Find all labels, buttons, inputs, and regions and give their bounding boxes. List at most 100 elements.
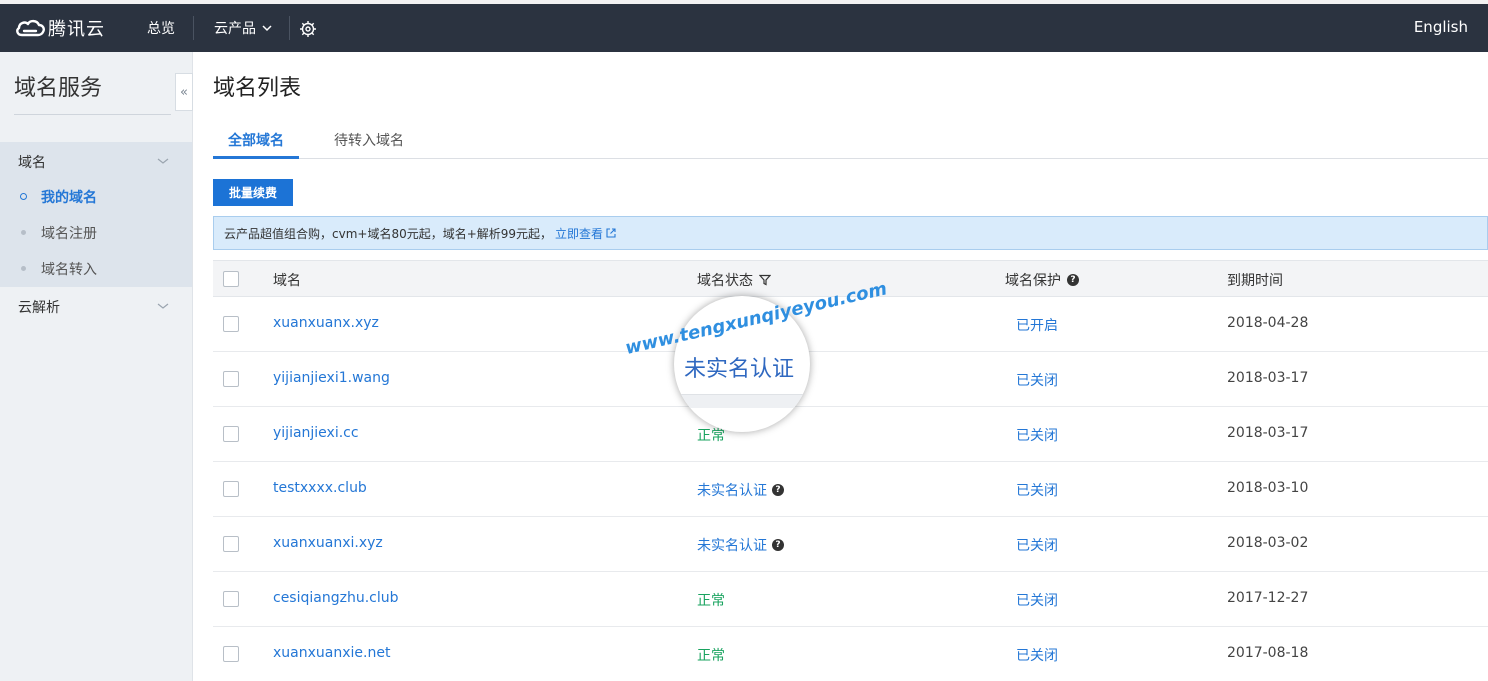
promo-link-label: 立即查看 xyxy=(555,226,604,241)
sidebar-group-dns: 云解析 xyxy=(0,287,192,323)
domain-link[interactable]: yijianjiexi1.wang xyxy=(273,370,390,386)
language-switch[interactable]: English xyxy=(1414,18,1468,36)
brand-name: 腾讯云 xyxy=(48,19,105,40)
domain-protection-status[interactable]: 已关闭 xyxy=(1016,370,1058,390)
table-row: yijianjiexi.cc 正常 已关闭 2018-03-17 xyxy=(213,407,1488,462)
page-title: 域名列表 xyxy=(213,76,302,101)
chevron-down-icon xyxy=(262,25,272,32)
double-chevron-left-icon: « xyxy=(180,84,188,100)
expire-date: 2018-03-10 xyxy=(1227,480,1309,496)
domain-status: 未实名认证 xyxy=(697,538,767,554)
domain-protection-status[interactable]: 已关闭 xyxy=(1016,645,1058,665)
column-header-status: 域名状态 xyxy=(697,270,771,290)
magnified-row-divider xyxy=(674,394,810,408)
active-tab-indicator xyxy=(213,156,299,159)
bullet-dot-icon xyxy=(21,266,26,271)
filter-icon[interactable] xyxy=(759,274,771,286)
sidebar-item-label: 域名转入 xyxy=(41,262,97,278)
domain-link[interactable]: xuanxuanxi.xyz xyxy=(273,535,383,551)
sidebar-item-my-domains[interactable]: 我的域名 xyxy=(0,179,192,215)
expire-date: 2018-03-17 xyxy=(1227,425,1309,441)
nav-divider xyxy=(289,16,290,40)
table-row: testxxxx.club 未实名认证 ? 已关闭 2018-03-10 xyxy=(213,462,1488,517)
nav-products-label: 云产品 xyxy=(214,21,256,37)
table-row: cesiqiangzhu.club 正常 已关闭 2017-12-27 xyxy=(213,572,1488,627)
divider xyxy=(14,114,171,115)
batch-renew-button[interactable]: 批量续费 xyxy=(213,179,293,206)
column-header-label: 域名 xyxy=(273,273,301,289)
tab-pending-transfer[interactable]: 待转入域名 xyxy=(334,130,404,150)
domain-protection-status[interactable]: 已关闭 xyxy=(1016,480,1058,500)
sidebar-title: 域名服务 xyxy=(14,76,103,101)
nav-products-menu[interactable]: 云产品 xyxy=(214,18,273,38)
sidebar-item-domain-transfer[interactable]: 域名转入 xyxy=(0,251,192,287)
external-link-icon xyxy=(606,228,616,238)
gear-icon[interactable] xyxy=(299,20,317,38)
sidebar-item-domain-register[interactable]: 域名注册 xyxy=(0,215,192,251)
expire-date: 2017-12-27 xyxy=(1227,590,1309,606)
brand-logo[interactable]: 腾讯云 xyxy=(14,15,105,41)
domain-link[interactable]: xuanxuanx.xyz xyxy=(273,315,379,331)
cloud-logo-icon xyxy=(16,19,45,37)
row-checkbox[interactable] xyxy=(223,481,239,497)
help-icon[interactable]: ? xyxy=(772,484,784,496)
promo-banner: 云产品超值组合购，cvm+域名80元起，域名+解析99元起， 立即查看 xyxy=(213,216,1488,250)
domain-link[interactable]: testxxxx.club xyxy=(273,480,367,496)
domain-status: 正常 xyxy=(697,648,725,664)
column-header-label: 域名保护 xyxy=(1005,273,1061,289)
domain-status: 正常 xyxy=(697,593,725,609)
column-header-label: 域名状态 xyxy=(697,273,753,289)
domain-protection-status[interactable]: 已关闭 xyxy=(1016,535,1058,555)
sidebar-group-header-dns[interactable]: 云解析 xyxy=(18,297,60,317)
sidebar-group-domain: 域名 我的域名 域名注册 域名转入 xyxy=(0,142,192,287)
row-checkbox[interactable] xyxy=(223,316,239,332)
column-header-expire: 到期时间 xyxy=(1227,270,1283,290)
sidebar-item-label: 域名注册 xyxy=(41,226,97,242)
promo-link[interactable]: 立即查看 xyxy=(555,225,616,242)
column-header-protection: 域名保护 ? xyxy=(1005,270,1079,290)
sidebar-group-header-domain[interactable]: 域名 xyxy=(18,152,46,172)
row-checkbox[interactable] xyxy=(223,646,239,662)
chevron-down-icon[interactable] xyxy=(157,300,169,312)
select-all-checkbox[interactable] xyxy=(223,271,239,287)
column-header-label: 到期时间 xyxy=(1227,273,1283,289)
row-checkbox[interactable] xyxy=(223,536,239,552)
domain-status: 未实名认证 xyxy=(697,483,767,499)
sidebar-collapse-button[interactable]: « xyxy=(175,73,193,111)
sidebar-item-label: 我的域名 xyxy=(41,190,97,206)
magnified-status-text: 未实名认证 xyxy=(684,357,795,382)
nav-divider xyxy=(193,16,194,40)
table-row: xuanxuanxie.net 正常 已关闭 2017-08-18 xyxy=(213,627,1488,681)
domain-protection-status[interactable]: 已关闭 xyxy=(1016,590,1058,610)
row-checkbox[interactable] xyxy=(223,371,239,387)
table-row: yijianjiexi1.wang 已关闭 2018-03-17 xyxy=(213,352,1488,407)
table-row: xuanxuanxi.xyz 未实名认证 ? 已关闭 2018-03-02 xyxy=(213,517,1488,572)
domain-link[interactable]: cesiqiangzhu.club xyxy=(273,590,399,606)
chevron-down-icon[interactable] xyxy=(157,155,169,167)
domain-link[interactable]: yijianjiexi.cc xyxy=(273,425,359,441)
domain-status-cell: 未实名认证 ? xyxy=(697,535,784,555)
nav-overview[interactable]: 总览 xyxy=(147,18,175,38)
domain-table: 域名 域名状态 域名保护 ? 到期时间 xuanxuanx.xyz 已开启 20… xyxy=(213,260,1488,681)
bullet-dot-icon xyxy=(21,230,26,235)
sidebar: 域名服务 « 域名 我的域名 域名注册 域名转入 云解析 xyxy=(0,52,193,681)
row-checkbox[interactable] xyxy=(223,426,239,442)
promo-text: 云产品超值组合购，cvm+域名80元起，域名+解析99元起， xyxy=(224,226,553,241)
domain-status-cell: 未实名认证 ? xyxy=(697,480,784,500)
tab-bar: 全部域名 待转入域名 xyxy=(213,120,1488,159)
top-navigation-bar: 腾讯云 总览 云产品 English xyxy=(0,0,1488,52)
expire-date: 2018-04-28 xyxy=(1227,315,1309,331)
expire-date: 2018-03-17 xyxy=(1227,370,1309,386)
expire-date: 2018-03-02 xyxy=(1227,535,1309,551)
domain-link[interactable]: xuanxuanxie.net xyxy=(273,645,390,661)
help-icon[interactable]: ? xyxy=(1067,274,1079,286)
domain-protection-status[interactable]: 已开启 xyxy=(1016,315,1058,335)
expire-date: 2017-08-18 xyxy=(1227,645,1309,661)
active-dot-icon xyxy=(20,193,27,200)
help-icon[interactable]: ? xyxy=(772,539,784,551)
domain-protection-status[interactable]: 已关闭 xyxy=(1016,425,1058,445)
tab-all-domains[interactable]: 全部域名 xyxy=(228,130,284,150)
column-header-domain: 域名 xyxy=(273,270,301,290)
main-content: 域名列表 全部域名 待转入域名 批量续费 云产品超值组合购，cvm+域名80元起… xyxy=(193,52,1488,681)
row-checkbox[interactable] xyxy=(223,591,239,607)
